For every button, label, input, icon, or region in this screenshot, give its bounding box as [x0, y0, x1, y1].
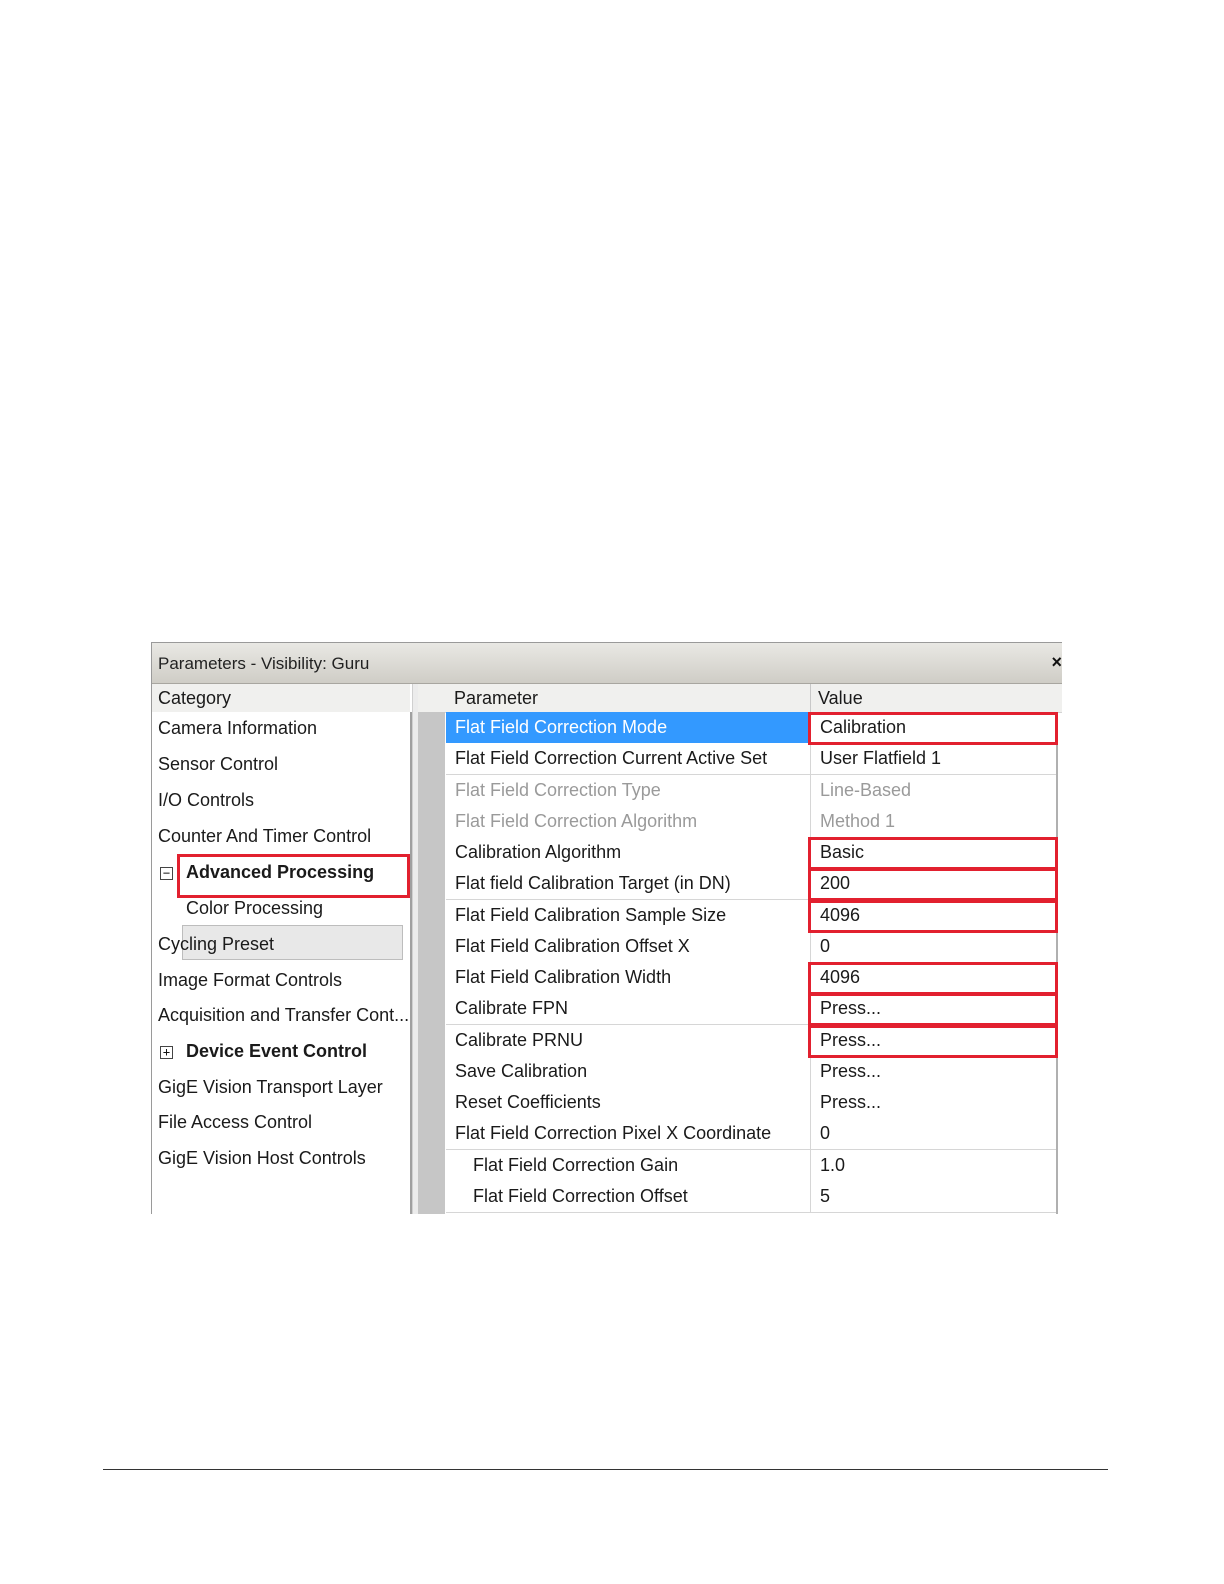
parameter-value[interactable]: 1.0	[820, 1155, 845, 1176]
parameter-value[interactable]: 0	[820, 936, 830, 957]
parameter-name: Flat Field Correction Mode	[455, 717, 668, 737]
parameter-row[interactable]: Reset Coefficients Press...	[446, 1087, 1056, 1119]
category-item[interactable]: GigE Vision Host Controls	[158, 1148, 366, 1169]
parameter-column-header[interactable]: Parameter	[454, 688, 538, 709]
window-title: Parameters - Visibility: Guru	[158, 654, 370, 673]
cell-divider	[810, 930, 811, 962]
cell-divider	[810, 1149, 811, 1181]
category-item[interactable]: Image Format Controls	[158, 970, 342, 991]
value-highlight-box	[808, 837, 1058, 870]
parameter-name: Flat Field Calibration Width	[455, 967, 672, 987]
category-item[interactable]: Color Processing	[186, 898, 323, 919]
value-highlight-box	[808, 962, 1058, 995]
category-item[interactable]: I/O Controls	[158, 790, 254, 811]
parameter-name: Calibration Algorithm	[455, 842, 622, 862]
parameter-value[interactable]: Press...	[820, 1061, 881, 1082]
column-divider[interactable]	[810, 684, 811, 712]
parameter-row[interactable]: Flat Field Correction Offset 5	[446, 1180, 1056, 1213]
category-item[interactable]: Sensor Control	[158, 754, 278, 775]
grid-header: Parameter Value	[418, 684, 1062, 713]
parameter-name: Flat Field Correction Current Active Set	[455, 748, 768, 769]
parameter-row[interactable]: Flat Field Correction Current Active Set…	[446, 743, 1056, 776]
value-highlight-box	[808, 712, 1058, 745]
category-highlight-box	[177, 854, 410, 898]
parameter-row[interactable]: Flat Field Calibration Offset X 0	[446, 930, 1056, 963]
title-bar: Parameters - Visibility: Guru ×	[152, 643, 1062, 684]
category-column-header[interactable]: Category	[152, 684, 410, 713]
category-item[interactable]: Camera Information	[158, 718, 317, 739]
parameter-name: Reset Coefficients	[455, 1092, 601, 1112]
cell-divider	[810, 774, 811, 806]
expand-icon[interactable]: +	[160, 1046, 173, 1059]
category-item[interactable]: Counter And Timer Control	[158, 826, 371, 847]
grid-row-gutter	[418, 712, 445, 1214]
parameter-value[interactable]: User Flatfield 1	[820, 748, 941, 769]
parameter-value[interactable]: 5	[820, 1186, 830, 1207]
category-item[interactable]: Device Event Control	[186, 1041, 367, 1062]
parameter-value[interactable]: Method 1	[820, 811, 895, 832]
parameter-row[interactable]: Flat Field Correction Algorithm Method 1	[446, 805, 1056, 838]
parameter-name: Calibrate PRNU	[455, 1029, 584, 1050]
category-item[interactable]: File Access Control	[158, 1112, 312, 1133]
parameter-name: Flat Field Correction Pixel X Coordinate	[455, 1123, 772, 1144]
parameter-row[interactable]: Flat Field Correction Gain 1.0	[446, 1149, 1056, 1182]
parameter-name: Flat field Calibration Target (in DN)	[455, 873, 731, 894]
category-item[interactable]: GigE Vision Transport Layer	[158, 1077, 383, 1098]
category-item[interactable]: Acquisition and Transfer Cont...	[158, 1005, 409, 1026]
collapse-icon[interactable]: −	[160, 867, 173, 880]
parameter-value[interactable]: 0	[820, 1123, 830, 1144]
cell-divider	[810, 1087, 811, 1118]
value-highlight-box	[808, 1024, 1058, 1058]
footer-rule	[103, 1469, 1108, 1470]
parameter-value[interactable]: Press...	[820, 1092, 881, 1113]
parameter-name: Save Calibration	[455, 1060, 588, 1081]
parameter-row[interactable]: Flat Field Correction Pixel X Coordinate…	[446, 1118, 1056, 1151]
value-highlight-box	[808, 993, 1058, 1027]
value-column-header[interactable]: Value	[818, 688, 863, 709]
close-icon[interactable]: ×	[1051, 652, 1062, 673]
category-tree: Camera Information Sensor Control I/O Cont…	[152, 712, 412, 1214]
parameters-panel: Parameters - Visibility: Guru × Category…	[151, 642, 1062, 1214]
value-highlight-box	[808, 868, 1058, 902]
parameter-name: Flat Field Correction Type	[455, 779, 661, 800]
parameter-name: Flat Field Calibration Offset X	[455, 935, 690, 956]
parameter-name: Flat Field Correction Offset	[473, 1185, 688, 1206]
category-item[interactable]: Cycling Preset	[158, 934, 274, 955]
category-header-label: Category	[158, 688, 232, 708]
parameter-row[interactable]: Flat Field Correction Type Line-Based	[446, 774, 1056, 807]
cell-divider	[810, 1118, 811, 1150]
cell-divider	[810, 743, 811, 775]
cell-divider	[810, 1180, 811, 1212]
cell-divider	[810, 805, 811, 837]
parameter-name: Calibrate FPN	[455, 998, 569, 1019]
cell-divider	[810, 1055, 811, 1087]
parameter-name: Flat Field Calibration Sample Size	[455, 904, 727, 925]
parameter-name: Flat Field Correction Algorithm	[455, 810, 698, 831]
parameter-row[interactable]: Save Calibration Press...	[446, 1055, 1056, 1088]
value-highlight-box	[808, 899, 1058, 933]
parameter-value[interactable]: Line-Based	[820, 780, 911, 801]
parameter-name: Flat Field Correction Gain	[473, 1154, 679, 1175]
